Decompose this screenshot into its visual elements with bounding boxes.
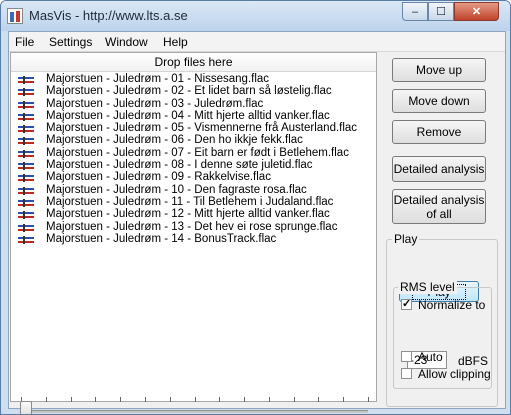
- allow-clipping-label: Allow clipping: [418, 367, 491, 381]
- slider-thumb[interactable]: [20, 401, 32, 414]
- client-area: File Settings Window Help Drop files her…: [8, 31, 506, 414]
- audio-file-icon: [18, 223, 34, 232]
- move-down-button[interactable]: Move down: [392, 89, 486, 113]
- file-name: Majorstuen - Juledrøm - 14 - BonusTrack.…: [46, 232, 277, 245]
- menu-help[interactable]: Help: [163, 35, 188, 49]
- app-icon[interactable]: [7, 8, 23, 24]
- slider-tick: [244, 397, 246, 402]
- audio-file-icon: [18, 149, 34, 158]
- file-name: Majorstuen - Juledrøm - 06 - Den ho ikkj…: [46, 134, 303, 147]
- audio-file-icon: [18, 76, 34, 84]
- audio-file-icon: [18, 174, 34, 183]
- file-name: Majorstuen - Juledrøm - 03 - Juledrøm.fl…: [46, 97, 264, 110]
- auto-label: Auto: [418, 350, 443, 364]
- audio-file-icon: [18, 235, 34, 244]
- audio-file-icon: [18, 162, 34, 171]
- file-list-panel[interactable]: Drop files here Majorstuen - Juledrøm - …: [10, 52, 377, 414]
- file-name: Majorstuen - Juledrøm - 11 - Til Betlehe…: [46, 195, 334, 208]
- slider-tick: [368, 397, 369, 402]
- file-name: Majorstuen - Juledrøm - 13 - Det hev ei …: [46, 220, 338, 233]
- rms-level-label: RMS level: [398, 280, 457, 294]
- remove-button[interactable]: Remove: [392, 120, 486, 144]
- drop-files-header: Drop files here: [11, 53, 376, 72]
- file-name: Majorstuen - Juledrøm - 05 - Vismennerne…: [46, 122, 358, 135]
- minimize-button[interactable]: –: [402, 2, 428, 21]
- file-name: Majorstuen - Juledrøm - 10 - Den fagrast…: [46, 183, 307, 196]
- slider-tick: [95, 397, 97, 402]
- menu-window[interactable]: Window: [105, 35, 148, 49]
- file-name: Majorstuen - Juledrøm - 04 - Mitt hjerte…: [46, 109, 330, 122]
- title-bar[interactable]: MasVis - http://www.lts.a.se – ☐ ✕: [1, 1, 510, 31]
- close-button[interactable]: ✕: [454, 2, 499, 21]
- menu-bar: File Settings Window Help: [9, 32, 505, 52]
- audio-file-icon: [18, 100, 34, 109]
- slider-tick: [293, 397, 295, 402]
- slider-track[interactable]: [21, 410, 368, 413]
- slider-tick: [318, 397, 320, 402]
- slider-tick: [194, 397, 196, 402]
- file-name: Majorstuen - Juledrøm - 08 - I denne søt…: [46, 159, 313, 172]
- dbfs-unit-label: dBFS: [458, 354, 489, 368]
- slider-ticks: [21, 397, 369, 403]
- slider-tick: [268, 397, 270, 402]
- audio-file-icon: [18, 211, 34, 220]
- maximize-button[interactable]: ☐: [428, 2, 454, 21]
- slider-tick: [219, 397, 221, 402]
- play-group-label: Play: [392, 232, 420, 246]
- detailed-analysis-all-line1: Detailed analysis: [393, 192, 485, 207]
- file-name: Majorstuen - Juledrøm - 01 - Nissesang.f…: [46, 73, 270, 85]
- detailed-analysis-all-button[interactable]: Detailed analysis of all: [392, 189, 486, 224]
- auto-checkbox[interactable]: [401, 351, 412, 362]
- app-window: MasVis - http://www.lts.a.se – ☐ ✕ File …: [0, 0, 511, 415]
- normalize-checkbox[interactable]: [401, 297, 412, 310]
- slider-tick: [169, 397, 171, 402]
- file-name: Majorstuen - Juledrøm - 09 - Rakkelvise.…: [46, 171, 271, 184]
- audio-file-icon: [18, 186, 34, 195]
- detailed-analysis-all-line2: of all: [426, 206, 452, 221]
- slider-tick: [120, 397, 122, 402]
- slider-tick: [45, 397, 47, 402]
- audio-file-icon: [18, 112, 34, 121]
- audio-file-icon: [18, 198, 34, 207]
- detailed-analysis-button[interactable]: Detailed analysis: [392, 156, 486, 182]
- file-name: Majorstuen - Juledrøm - 02 - Et lidet ba…: [46, 85, 332, 98]
- normalize-label: Normalize to: [418, 298, 486, 312]
- audio-file-icon: [18, 88, 34, 97]
- audio-file-icon: [18, 137, 34, 146]
- menu-settings[interactable]: Settings: [49, 35, 92, 49]
- file-list[interactable]: Majorstuen - Juledrøm - 01 - Nissesang.f…: [11, 73, 376, 246]
- file-list-item[interactable]: Majorstuen - Juledrøm - 14 - BonusTrack.…: [11, 232, 376, 246]
- slider-tick: [343, 397, 345, 402]
- menu-file[interactable]: File: [15, 35, 34, 49]
- slider-tick: [70, 397, 72, 402]
- audio-file-icon: [18, 125, 34, 134]
- file-name: Majorstuen - Juledrøm - 12 - Mitt hjerte…: [46, 208, 330, 221]
- window-title: MasVis - http://www.lts.a.se: [29, 8, 188, 23]
- allow-clipping-checkbox[interactable]: [401, 368, 412, 379]
- slider-tick: [144, 397, 146, 402]
- file-name: Majorstuen - Juledrøm - 07 - Eit barn er…: [46, 146, 349, 159]
- move-up-button[interactable]: Move up: [392, 58, 486, 82]
